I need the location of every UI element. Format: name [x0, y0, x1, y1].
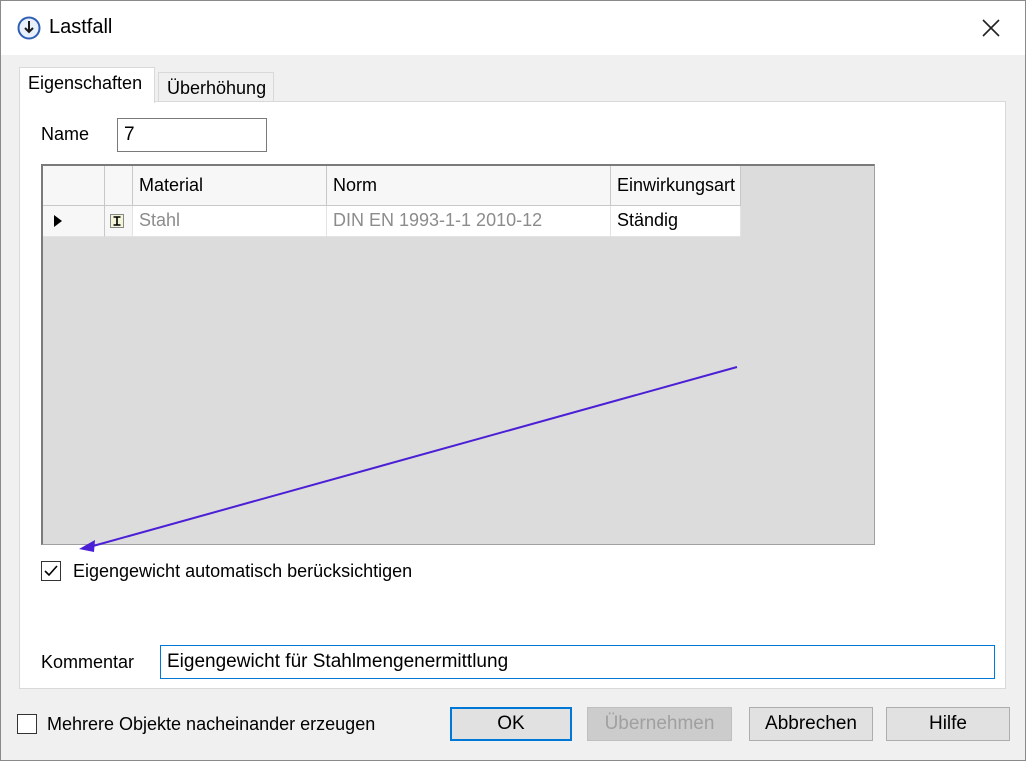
cell-einwirkungsart[interactable]: Ständig	[611, 206, 741, 237]
cell-material[interactable]: Stahl	[133, 206, 327, 237]
auto-weight-checkbox[interactable]	[41, 561, 61, 581]
help-button[interactable]: Hilfe	[886, 707, 1010, 741]
tab-label: Überhöhung	[167, 78, 267, 98]
cell-norm[interactable]: DIN EN 1993-1-1 2010-12	[327, 206, 611, 237]
multi-create-label[interactable]: Mehrere Objekte nacheinander erzeugen	[47, 714, 375, 735]
column-header-norm[interactable]: Norm	[327, 166, 611, 206]
title-bar: Lastfall	[1, 1, 1025, 55]
column-header-einwirkungsart[interactable]: Einwirkungsart	[611, 166, 741, 206]
close-button[interactable]	[969, 10, 1013, 46]
window-title: Lastfall	[49, 16, 113, 38]
row-header[interactable]	[43, 206, 105, 237]
apply-button[interactable]: Übernehmen	[587, 707, 732, 741]
tab-eigenschaften[interactable]: Eigenschaften	[19, 67, 155, 103]
tab-ueberhoehung[interactable]: Überhöhung	[158, 72, 274, 101]
current-row-icon	[54, 215, 62, 227]
dialog-window: Lastfall Eigenschaften Überhöhung Name M…	[0, 0, 1026, 761]
name-input[interactable]	[117, 118, 267, 152]
comment-label: Kommentar	[41, 652, 135, 672]
close-icon	[982, 19, 1000, 37]
checkmark-icon	[44, 565, 58, 577]
steel-profile-icon	[110, 214, 124, 228]
auto-weight-label[interactable]: Eigengewicht automatisch berücksichtigen	[73, 561, 412, 582]
name-label: Name	[41, 124, 90, 144]
grid-icon-header	[105, 166, 133, 206]
comment-input[interactable]	[160, 645, 995, 679]
materials-grid: Material Norm Einwirkungsart Stahl DIN E…	[41, 164, 875, 545]
grid-corner-header	[43, 166, 105, 206]
multi-create-checkbox[interactable]	[17, 714, 37, 734]
column-header-material[interactable]: Material	[133, 166, 327, 206]
tab-label: Eigenschaften	[28, 73, 143, 93]
load-case-icon	[17, 16, 41, 40]
row-type-cell	[105, 206, 133, 237]
ok-button[interactable]: OK	[450, 707, 572, 741]
cancel-button[interactable]: Abbrechen	[749, 707, 873, 741]
